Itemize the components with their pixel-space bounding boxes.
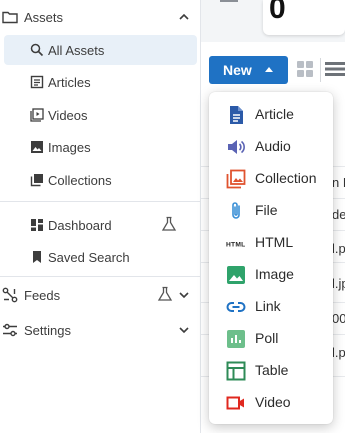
menu-item-label: Table — [255, 362, 289, 378]
menu-item-article[interactable]: Article — [209, 98, 333, 130]
new-button-label: New — [223, 62, 252, 78]
paperclip-icon — [232, 202, 240, 219]
sidebar-divider — [0, 201, 201, 202]
sidebar-item-all-assets[interactable]: All Assets — [4, 35, 197, 65]
sidebar-section-label: Assets — [24, 10, 64, 25]
sidebar-item-label: All Assets — [48, 43, 105, 58]
menu-item-link[interactable]: Link — [209, 290, 333, 322]
sidebar-item-articles[interactable]: Articles — [0, 67, 201, 97]
caret-up-icon — [265, 67, 273, 72]
sidebar-section-assets[interactable]: Assets — [0, 2, 201, 32]
menu-item-label: Link — [255, 298, 281, 314]
sidebar-divider — [0, 276, 201, 277]
sidebar-item-saved-search[interactable]: Saved Search — [0, 242, 201, 272]
table-cell-peek: l.jp — [332, 276, 345, 291]
stat-value: 0 — [269, 0, 286, 25]
stat-card: 0 — [263, 0, 345, 35]
collection-icon — [226, 169, 246, 189]
dashboard-icon — [31, 219, 43, 231]
menu-item-image[interactable]: Image — [209, 258, 333, 290]
chevron-down-icon[interactable] — [177, 323, 191, 337]
feeds-icon — [2, 287, 18, 303]
new-button[interactable]: New — [209, 56, 288, 84]
audio-icon — [228, 140, 245, 154]
menu-item-collection[interactable]: Collection — [209, 162, 333, 194]
image-icon — [31, 141, 43, 153]
toolbar-divider — [320, 58, 321, 82]
sidebar-section-settings[interactable]: Settings — [0, 315, 201, 345]
video-icon — [226, 396, 244, 410]
chevron-up-icon[interactable] — [177, 10, 191, 24]
chevron-down-icon[interactable] — [177, 288, 191, 302]
sidebar-item-label: Saved Search — [48, 250, 130, 265]
poll-icon — [227, 330, 245, 348]
article-icon — [30, 75, 44, 89]
folder-icon — [2, 11, 18, 24]
list-view-icon[interactable] — [325, 60, 345, 78]
sidebar-section-label: Feeds — [24, 288, 61, 303]
sidebar-item-label: Images — [48, 140, 91, 155]
new-asset-menu: Article Audio Collection File HTML HTML — [209, 92, 333, 424]
sidebar-item-collections[interactable]: Collections — [0, 165, 201, 195]
html-icon: HTML — [226, 241, 245, 248]
menu-item-poll[interactable]: Poll — [209, 322, 333, 354]
menu-item-label: Collection — [255, 170, 317, 186]
search-icon — [30, 43, 44, 57]
sidebar-section-label: Settings — [24, 323, 71, 338]
flask-icon — [157, 286, 173, 301]
menu-item-table[interactable]: Table — [209, 354, 333, 386]
flask-icon — [161, 216, 177, 231]
sidebar-item-label: Collections — [48, 173, 112, 188]
sidebar-item-videos[interactable]: Videos — [0, 100, 201, 130]
image-icon — [227, 266, 245, 284]
menu-item-label: Audio — [255, 138, 291, 154]
svg-text:HTML: HTML — [226, 241, 245, 248]
menu-item-label: File — [255, 202, 278, 218]
menu-item-video[interactable]: Video — [209, 386, 333, 418]
menu-item-label: HTML — [255, 234, 294, 250]
collections-icon — [30, 174, 43, 187]
menu-item-file[interactable]: File — [209, 194, 333, 226]
sidebar-item-label: Videos — [48, 108, 88, 123]
sidebar: Assets All Assets Articles Videos Images… — [0, 0, 201, 433]
sidebar-item-label: Dashboard — [48, 218, 112, 233]
menu-item-html[interactable]: HTML HTML — [209, 226, 333, 258]
bookmark-icon — [33, 251, 41, 263]
table-cell-peek: l.p — [332, 345, 345, 360]
menu-item-audio[interactable]: Audio — [209, 130, 333, 162]
grid-view-icon[interactable] — [296, 60, 314, 78]
menu-item-label: Article — [255, 106, 294, 122]
table-cell-peek: n E — [332, 175, 345, 190]
menu-item-label: Image — [255, 266, 294, 282]
minimize-indicator — [220, 0, 238, 2]
table-cell-peek: l.p — [332, 241, 345, 256]
menu-item-label: Poll — [255, 330, 279, 346]
video-icon — [30, 108, 44, 122]
table-icon — [226, 361, 246, 381]
sidebar-item-images[interactable]: Images — [0, 132, 201, 162]
sidebar-item-label: Articles — [48, 75, 91, 90]
settings-icon — [3, 323, 17, 337]
link-icon — [226, 302, 246, 312]
table-cell-peek: de — [332, 207, 345, 222]
article-icon — [230, 106, 243, 124]
menu-item-label: Video — [255, 394, 291, 410]
table-cell-peek: 00 — [332, 311, 345, 326]
